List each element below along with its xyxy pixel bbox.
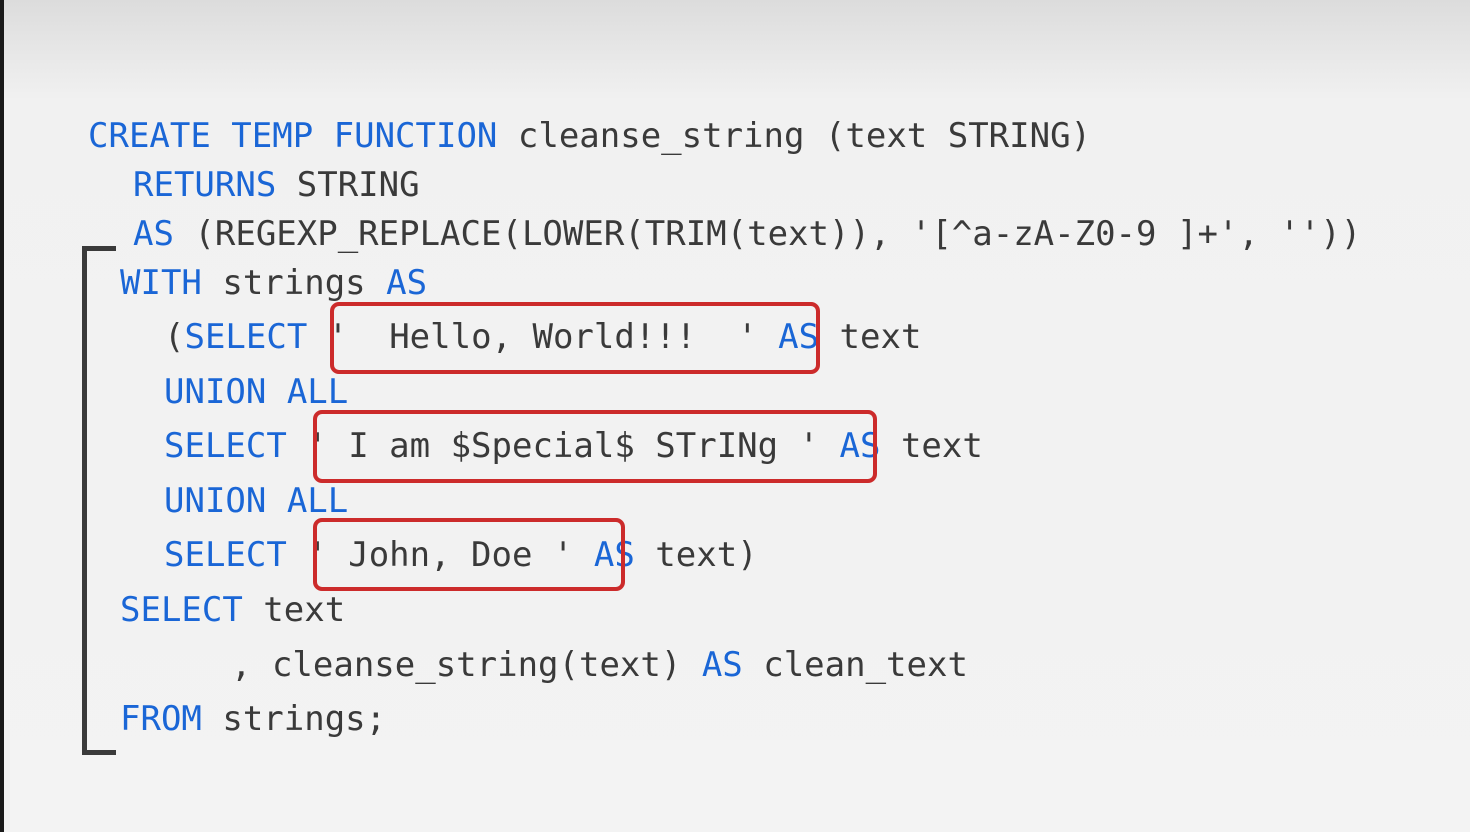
sql-text: STRING: [276, 165, 420, 205]
sql-text: (: [164, 317, 185, 357]
sql-text: strings;: [201, 699, 387, 739]
sql-text: cleanse_string (text STRING): [497, 116, 1092, 156]
code-line-from-strings: FROM strings;: [120, 699, 386, 739]
code-line-union-all-2: UNION ALL: [164, 481, 348, 521]
sql-text: text: [819, 317, 922, 357]
sql-keyword: UNION ALL: [164, 481, 349, 521]
code-line-cleanse-call: , cleanse_string(text) AS clean_text: [231, 645, 968, 685]
code-line-select-text: SELECT text: [120, 590, 345, 630]
sql-text: text: [242, 590, 346, 630]
sql-keyword: AS: [701, 645, 743, 685]
sql-keyword: FROM: [120, 699, 202, 739]
sql-keyword: CREATE TEMP FUNCTION: [88, 116, 498, 156]
highlight-box-hello-world: [330, 302, 820, 374]
sql-keyword: SELECT: [164, 426, 287, 466]
code-line-returns: RETURNS STRING: [133, 165, 420, 205]
sql-keyword: UNION ALL: [164, 372, 349, 412]
query-bracket: [82, 246, 116, 755]
sql-text: (REGEXP_REPLACE(LOWER(TRIM(text)), '[^a-…: [173, 214, 1362, 254]
sql-keyword: AS: [133, 214, 174, 254]
code-line-with-strings: WITH strings AS: [120, 263, 427, 303]
code-line-create-function: CREATE TEMP FUNCTION cleanse_string (tex…: [88, 116, 1091, 156]
highlight-box-special-string: [313, 410, 877, 483]
highlight-box-john-doe: [313, 518, 625, 591]
code-line-as-regexp: AS (REGEXP_REPLACE(LOWER(TRIM(text)), '[…: [133, 214, 1361, 254]
sql-text: clean_text: [742, 645, 968, 685]
sql-keyword: AS: [386, 263, 428, 303]
sql-text: text): [634, 535, 758, 575]
sql-keyword: RETURNS: [133, 165, 277, 205]
sql-keyword: SELECT: [184, 317, 308, 357]
sql-text: , cleanse_string(text): [231, 645, 702, 685]
sql-text: strings: [201, 263, 387, 303]
sql-text: text: [880, 426, 983, 466]
sql-keyword: SELECT: [120, 590, 243, 630]
sql-keyword: SELECT: [164, 535, 287, 575]
sql-keyword: WITH: [120, 263, 202, 303]
code-line-union-all-1: UNION ALL: [164, 372, 348, 412]
